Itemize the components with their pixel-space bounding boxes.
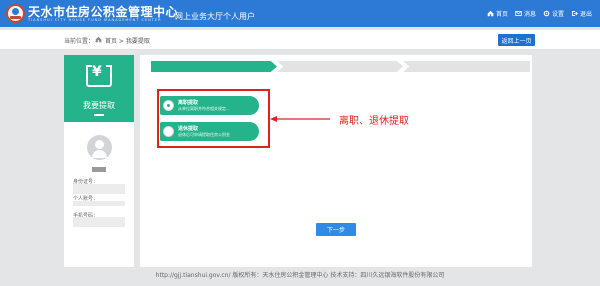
top-nav: 首页 消息 设置 退出 <box>487 9 592 18</box>
annotation-text: 离职、退休提取 <box>339 116 409 127</box>
option-retire-withdrawal[interactable]: 退休提取 退休后可申请提取住房公积金 <box>160 122 259 141</box>
option-title: 离职提取 <box>178 100 199 106</box>
nav-logout-label: 退出 <box>579 11 592 18</box>
avatar <box>87 135 112 160</box>
wizard-step-1 <box>151 61 277 72</box>
nav-messages-label: 消息 <box>523 11 536 18</box>
back-button[interactable]: 返回上一页 <box>498 34 535 46</box>
annotation-arrow-icon <box>270 116 330 122</box>
site-subtitle-en: TIANSHUI CITY HOUSE FUND MANAGEMENT CENT… <box>28 18 162 22</box>
logo-icon <box>6 4 25 23</box>
nav-settings[interactable]: 设置 <box>543 9 564 18</box>
account-number-value-redacted <box>73 201 125 206</box>
gear-icon <box>543 10 550 17</box>
mail-icon <box>515 10 522 17</box>
option-description: 退休后可申请提取住房公积金 <box>178 132 230 137</box>
role-label: 个人用户 <box>223 12 255 21</box>
id-number-value-redacted-2 <box>73 189 125 194</box>
radio-unselected[interactable] <box>163 126 174 137</box>
phone-number-value-redacted-2 <box>73 222 125 227</box>
nav-home[interactable]: 首页 <box>487 9 508 18</box>
logout-icon <box>571 10 578 17</box>
yen-icon: ¥ <box>92 64 102 80</box>
nav-logout[interactable]: 退出 <box>571 9 592 18</box>
radio-selected[interactable] <box>163 100 174 111</box>
option-title: 退休提取 <box>178 126 199 132</box>
divider <box>94 114 104 116</box>
sidebar: ¥ 我要提取 身份证号： 个人账号： 手机号码： <box>64 55 134 267</box>
home-icon <box>487 10 494 17</box>
home-icon[interactable] <box>95 36 102 43</box>
user-name-redacted <box>92 167 106 172</box>
wizard-step-3 <box>403 61 530 72</box>
nav-messages[interactable]: 消息 <box>515 9 536 18</box>
breadcrumb-path[interactable]: 首页 > 我要提取 <box>105 36 150 45</box>
next-button[interactable]: 下一步 <box>316 223 356 236</box>
option-resign-withdrawal[interactable]: 离职提取 从单位离职并符合相关规定... <box>160 96 259 115</box>
breadcrumb-label: 当前位置： <box>64 38 95 45</box>
top-header: 天水市住房公积金管理中心 TIANSHUI CITY HOUSE FUND MA… <box>0 0 600 27</box>
hall-label: 网上业务大厅 <box>175 12 223 21</box>
sidebar-title: 我要提取 <box>83 101 115 110</box>
footer: http://gjj.tianshui.gov.cn/ 版权所有：天水住房公积金… <box>155 272 445 279</box>
sidebar-header: ¥ 我要提取 <box>64 55 134 122</box>
option-description: 从单位离职并符合相关规定... <box>178 106 230 111</box>
wizard-step-2 <box>277 61 403 72</box>
nav-settings-label: 设置 <box>551 11 564 18</box>
nav-home-label: 首页 <box>495 11 508 18</box>
